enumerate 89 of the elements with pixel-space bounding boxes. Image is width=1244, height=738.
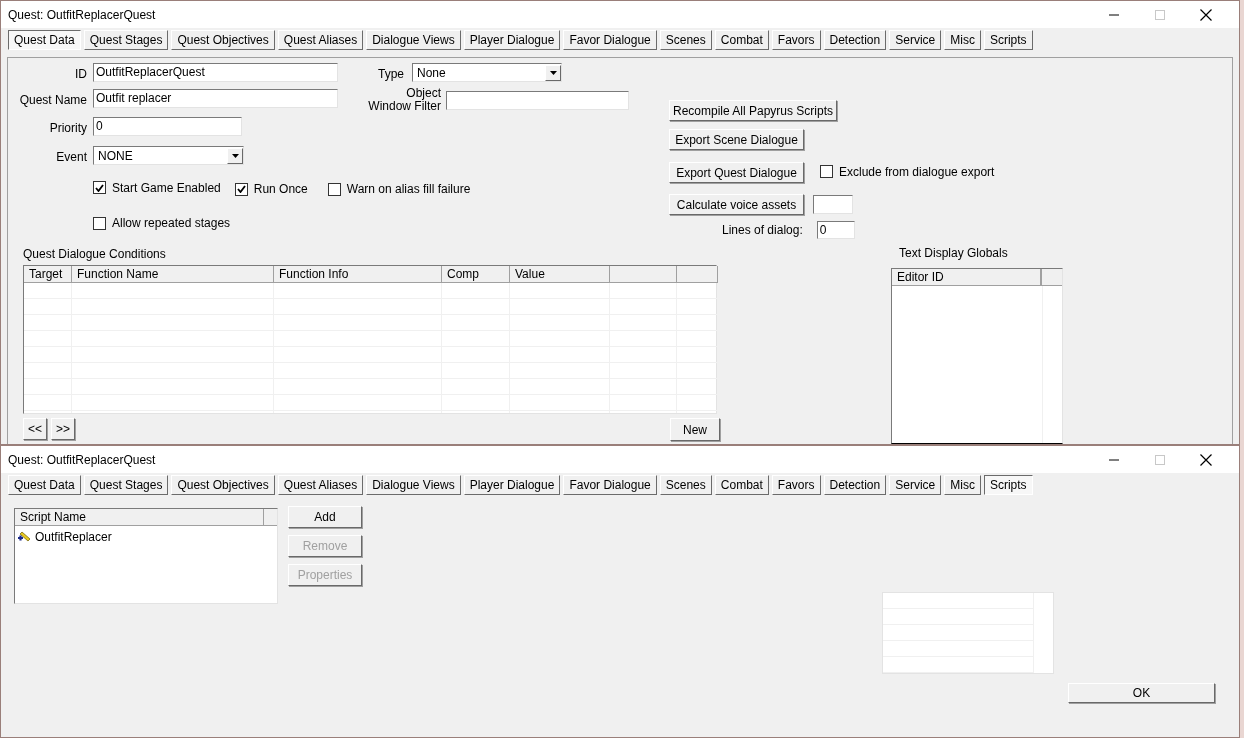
column-header[interactable]: Comp: [442, 266, 510, 283]
column-header[interactable]: Target: [24, 266, 72, 283]
checkbox-label: Warn on alias fill failure: [346, 181, 471, 198]
script-icon: [17, 530, 32, 543]
readout-field[interactable]: [813, 195, 853, 214]
column-header[interactable]: [610, 266, 677, 283]
field-label: Type: [378, 66, 404, 83]
field-label: ID: [75, 66, 87, 83]
button[interactable]: Calculate voice assets: [669, 194, 804, 215]
tab[interactable]: Detection: [823, 475, 887, 495]
tab[interactable]: Combat: [714, 475, 769, 495]
close-icon: [1200, 8, 1212, 21]
tab[interactable]: Quest Stages: [83, 475, 169, 495]
tab[interactable]: Combat: [714, 30, 769, 50]
checkmark-icon: [236, 185, 246, 193]
tab[interactable]: Quest Data: [8, 475, 81, 495]
tab[interactable]: Misc: [944, 475, 981, 495]
section-label: Quest Dialogue Conditions: [23, 246, 166, 263]
checkbox[interactable]: [93, 216, 106, 230]
dropdown[interactable]: None: [412, 63, 562, 82]
list-item[interactable]: OutfitReplacer: [15, 529, 277, 544]
checkbox-label: Exclude from dialogue export: [839, 163, 995, 181]
tab[interactable]: Favor Dialogue: [563, 475, 657, 495]
input-field[interactable]: 0: [93, 117, 242, 136]
field-label: Quest Name: [19, 92, 87, 109]
button[interactable]: Add: [288, 506, 362, 528]
section-label: Text Display Globals: [899, 245, 1008, 262]
maximize-icon: [1155, 454, 1165, 465]
button[interactable]: >>: [51, 418, 75, 440]
readout-field[interactable]: 0: [816, 221, 855, 239]
button[interactable]: Recompile All Papyrus Scripts: [669, 100, 837, 121]
tab[interactable]: Service: [889, 475, 942, 495]
checkbox-label: Start Game Enabled: [112, 179, 221, 197]
checkbox-label: Allow repeated stages: [112, 215, 231, 232]
dropdown-value: None: [416, 64, 447, 82]
tab[interactable]: Scripts: [983, 30, 1033, 50]
column-header[interactable]: Script Name: [15, 509, 264, 526]
tab[interactable]: Quest Data: [8, 30, 81, 50]
input-field[interactable]: OutfitReplacerQuest: [93, 63, 338, 82]
checkbox[interactable]: [820, 165, 833, 178]
ok-button[interactable]: OK: [1068, 683, 1215, 703]
dropdown-value: NONE: [97, 147, 134, 165]
tab[interactable]: Quest Stages: [83, 30, 169, 50]
tab[interactable]: Scenes: [659, 475, 712, 495]
field-label: Object Window Filter: [367, 87, 441, 113]
button[interactable]: Export Scene Dialogue: [669, 129, 804, 150]
tab[interactable]: Scenes: [659, 30, 712, 50]
input-field[interactable]: Outfit replacer: [93, 89, 338, 108]
column-header[interactable]: Editor ID: [892, 269, 1042, 286]
tab[interactable]: Scripts: [983, 475, 1033, 495]
button[interactable]: Export Quest Dialogue: [669, 162, 804, 183]
checkbox-label: Run Once: [253, 181, 308, 198]
column-header[interactable]: [677, 266, 718, 283]
tab[interactable]: Favors: [771, 30, 821, 50]
column-header[interactable]: Function Info: [274, 266, 442, 283]
tab[interactable]: Dialogue Views: [366, 475, 461, 495]
tab[interactable]: Player Dialogue: [463, 30, 561, 50]
field-label: Event: [56, 149, 87, 166]
caret-icon: [549, 70, 557, 75]
tab[interactable]: Quest Aliases: [277, 475, 364, 495]
close-icon: [1200, 453, 1212, 466]
column-header[interactable]: [264, 509, 277, 526]
tab[interactable]: Favors: [771, 475, 821, 495]
button[interactable]: <<: [23, 418, 47, 440]
field-label: Priority: [49, 120, 87, 137]
tab[interactable]: Quest Objectives: [171, 475, 275, 495]
dropdown[interactable]: NONE: [93, 146, 244, 165]
checkmark-icon: [95, 183, 104, 192]
field-label: Lines of dialog:: [722, 222, 803, 239]
column-header[interactable]: Function Name: [72, 266, 274, 283]
input-field[interactable]: [446, 91, 629, 110]
tab[interactable]: Favor Dialogue: [563, 30, 657, 50]
checkbox[interactable]: [327, 182, 341, 196]
column-header[interactable]: [1042, 269, 1062, 286]
window-title: Quest: OutfitReplacerQuest: [8, 451, 156, 469]
checkbox[interactable]: [234, 182, 248, 196]
tab[interactable]: Detection: [823, 30, 887, 50]
button[interactable]: New: [670, 418, 720, 441]
caret-icon: [231, 153, 239, 158]
tab[interactable]: Dialogue Views: [366, 30, 461, 50]
window-title: Quest: OutfitReplacerQuest: [8, 6, 156, 24]
maximize-icon: [1155, 9, 1165, 20]
tab[interactable]: Service: [889, 30, 942, 50]
column-header[interactable]: Value: [510, 266, 610, 283]
tab[interactable]: Quest Aliases: [277, 30, 364, 50]
tab[interactable]: Player Dialogue: [463, 475, 561, 495]
checkbox[interactable]: [93, 181, 106, 194]
tab[interactable]: Misc: [944, 30, 981, 50]
tab[interactable]: Quest Objectives: [171, 30, 275, 50]
